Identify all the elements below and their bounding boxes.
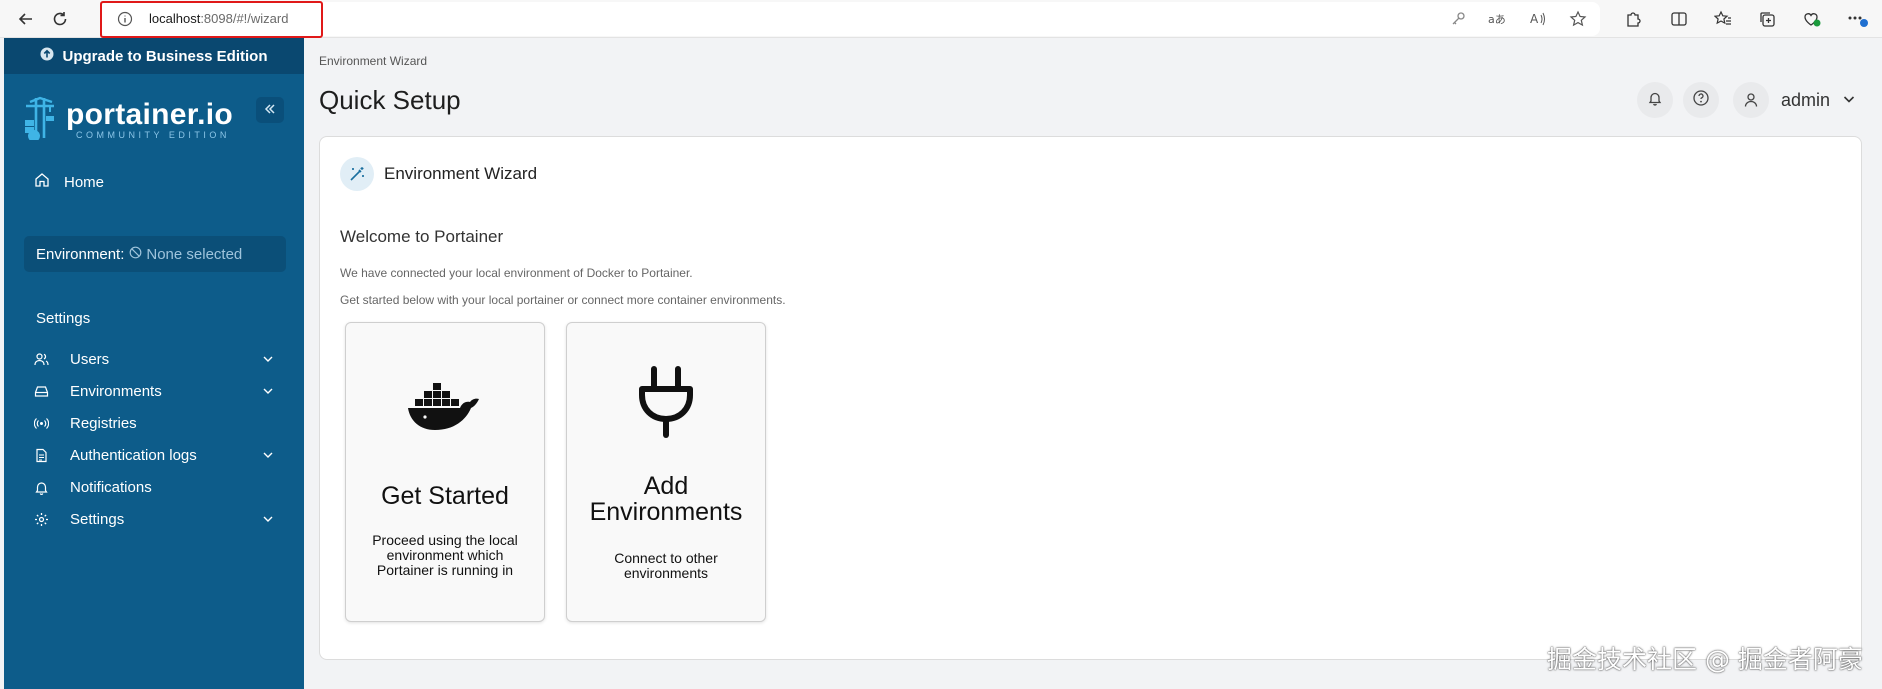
- environment-label: Environment:: [36, 245, 125, 263]
- sidebar-item-label: Settings: [70, 510, 125, 528]
- environments-icon: [34, 384, 56, 399]
- radio-icon: [34, 416, 56, 431]
- option-title: Add Environments: [589, 472, 743, 526]
- user-icon: [1733, 82, 1769, 118]
- bell-icon: [1647, 90, 1663, 111]
- chevron-down-icon[interactable]: [262, 512, 274, 529]
- svg-text:A: A: [1530, 12, 1539, 26]
- crane-logo-icon: [22, 96, 56, 145]
- username: admin: [1781, 89, 1831, 110]
- sidebar-item-registries[interactable]: Registries: [34, 407, 284, 439]
- favorites-icon[interactable]: [1712, 8, 1734, 30]
- get-started-option[interactable]: Get Started Proceed using the local envi…: [345, 322, 545, 622]
- upgrade-button[interactable]: Upgrade to Business Edition: [4, 38, 304, 74]
- svg-text:aあ: aあ: [1488, 13, 1506, 26]
- add-environments-option[interactable]: Add Environments Connect to other enviro…: [566, 322, 766, 622]
- favorite-star-icon[interactable]: [1567, 8, 1589, 30]
- breadcrumb[interactable]: Environment Wizard: [319, 54, 427, 68]
- sidebar-item-label: Notifications: [70, 478, 152, 496]
- environment-value: None selected: [146, 245, 243, 263]
- browser-toolbar: localhost:8098/#!/wizard aあ A: [0, 0, 1882, 38]
- sidebar-item-label: Environments: [70, 382, 162, 400]
- extensions-icon[interactable]: [1622, 8, 1644, 30]
- chevron-down-icon[interactable]: [262, 352, 274, 369]
- chevrons-left-icon: [264, 102, 276, 118]
- sidebar-item-label: Registries: [70, 414, 137, 432]
- welcome-title: Welcome to Portainer: [340, 227, 504, 246]
- wizard-card-header: Environment Wizard: [340, 157, 537, 191]
- sidebar-item-users[interactable]: Users: [34, 343, 284, 375]
- settings-menu: Users Environments Registries Authentica…: [34, 343, 284, 535]
- ban-icon: [129, 246, 142, 263]
- wizard-heading: Environment Wizard: [384, 164, 538, 183]
- upgrade-label: Upgrade to Business Edition: [62, 47, 268, 65]
- home-icon: [34, 172, 50, 192]
- main-content: Environment Wizard Quick Setup admin Env…: [304, 38, 1882, 689]
- logo-edition: COMMUNITY EDITION: [76, 130, 230, 140]
- read-aloud-icon[interactable]: A: [1527, 8, 1549, 30]
- collections-icon[interactable]: [1756, 8, 1778, 30]
- docker-icon: [346, 381, 544, 437]
- refresh-icon[interactable]: [48, 7, 72, 31]
- chevron-down-icon[interactable]: [262, 384, 274, 401]
- environment-selector[interactable]: Environment: None selected: [24, 236, 286, 272]
- address-bar[interactable]: localhost:8098/#!/wizard: [100, 2, 1600, 36]
- sidebar-item-environments[interactable]: Environments: [34, 375, 284, 407]
- option-description: Connect to other environments: [614, 550, 718, 581]
- more-options-icon[interactable]: [1847, 8, 1869, 30]
- gear-icon: [34, 512, 56, 527]
- arrow-up-circle-icon: [40, 47, 54, 65]
- sidebar-item-label: Home: [64, 173, 105, 191]
- chevron-down-icon: [1842, 90, 1856, 111]
- sidebar: Upgrade to Business Edition portainer.io…: [4, 38, 304, 689]
- users-icon: [34, 352, 56, 367]
- logo-name: portainer.io: [66, 98, 233, 131]
- sidebar-item-settings[interactable]: Settings: [34, 503, 284, 535]
- option-title: Get Started: [381, 482, 509, 510]
- address-highlight-box: [100, 1, 323, 38]
- help-button[interactable]: [1683, 82, 1719, 118]
- translate-icon[interactable]: aあ: [1486, 8, 1508, 30]
- file-text-icon: [34, 448, 56, 463]
- back-icon[interactable]: [14, 7, 38, 31]
- magic-wand-icon: [340, 157, 374, 191]
- welcome-description: Get started below with your local portai…: [340, 293, 786, 307]
- settings-section-title: Settings: [36, 310, 91, 327]
- collapse-sidebar-button[interactable]: [256, 97, 284, 123]
- user-menu[interactable]: admin: [1733, 82, 1856, 118]
- plug-icon: [567, 365, 765, 439]
- sidebar-item-notifications[interactable]: Notifications: [34, 471, 284, 503]
- sidebar-item-label: Authentication logs: [70, 446, 197, 464]
- browser-essentials-icon[interactable]: [1801, 8, 1823, 30]
- welcome-description: We have connected your local environment…: [340, 266, 693, 280]
- portainer-logo[interactable]: portainer.io COMMUNITY EDITION: [22, 96, 233, 145]
- notifications-button[interactable]: [1637, 82, 1673, 118]
- key-icon[interactable]: [1447, 8, 1469, 30]
- watermark-text: 掘金技术社区 @ 掘金者阿豪: [1547, 645, 1863, 674]
- sidebar-item-home[interactable]: Home: [34, 172, 104, 192]
- wizard-card: Environment Wizard Welcome to Portainer …: [319, 136, 1862, 660]
- sidebar-item-label: Users: [70, 350, 110, 368]
- option-description: Proceed using the local environment whic…: [372, 532, 518, 578]
- sidebar-item-authentication-logs[interactable]: Authentication logs: [34, 439, 284, 471]
- page-title: Quick Setup: [319, 85, 461, 115]
- bell-icon: [34, 480, 56, 495]
- help-circle-icon: [1692, 89, 1710, 112]
- split-screen-icon[interactable]: [1668, 8, 1690, 30]
- chevron-down-icon[interactable]: [262, 448, 274, 465]
